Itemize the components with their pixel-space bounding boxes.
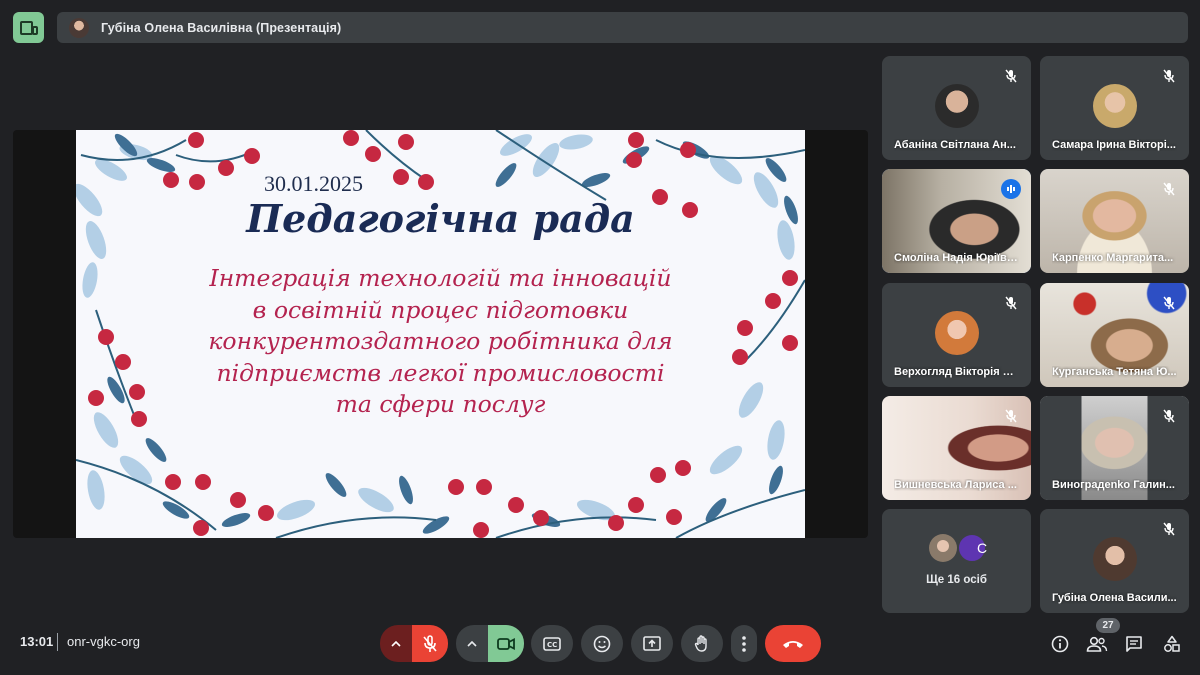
subtitle-line: в освітній процес підготовки (252, 295, 629, 324)
subtitle-line: підприємств легкої промисловості (216, 358, 665, 387)
emoji-icon (593, 635, 611, 652)
participant-tile[interactable]: Карпенко Маргарита... (1040, 169, 1189, 273)
presentation-stage: 30.01.2025 Педагогічна рада Інтеграція т… (13, 130, 868, 538)
toggle-camera-button[interactable] (488, 625, 524, 662)
chevron-up-icon (391, 640, 401, 647)
others-tile[interactable]: С Ще 16 осіб (882, 509, 1031, 613)
activities-button[interactable] (1160, 632, 1184, 656)
participant-name: Губіна Олена Васили... (1052, 592, 1177, 604)
layout-icon (19, 20, 38, 35)
chat-button[interactable] (1122, 632, 1146, 656)
participant-name: Виноградenko Галин... (1052, 479, 1175, 491)
participant-tile[interactable]: Курганська Тетяна Ю... (1040, 283, 1189, 387)
activities-icon (1164, 635, 1180, 652)
participant-name: Самара Ірина Вікторі... (1052, 139, 1176, 151)
mic-off-icon (1161, 408, 1177, 424)
speaking-indicator-icon (1001, 179, 1021, 199)
meeting-time: 13:01 (20, 634, 54, 649)
slide-date: 30.01.2025 (264, 171, 363, 196)
present-icon (643, 636, 661, 651)
slide-subtitle: Інтеграція технологій та інновацій в осв… (156, 263, 725, 421)
mic-off-icon (1003, 408, 1019, 424)
reactions-button[interactable] (581, 625, 623, 662)
people-icon (1086, 636, 1108, 652)
mic-off-icon (1003, 295, 1019, 311)
toggle-mic-button[interactable] (412, 625, 448, 662)
participant-name: Карпенко Маргарита... (1052, 252, 1174, 264)
mic-off-icon (423, 634, 437, 652)
participant-avatar (934, 84, 979, 128)
participant-name: Курганська Тетяна Ю... (1052, 366, 1177, 378)
presentation-slide: 30.01.2025 Педагогічна рада Інтеграція т… (76, 130, 805, 538)
layout-toggle-button[interactable] (13, 12, 44, 43)
mic-off-icon (1161, 521, 1177, 537)
slide-heading: Педагогічна рада (246, 196, 635, 241)
participant-tile[interactable]: Губіна Олена Васили... (1040, 509, 1189, 613)
participant-tile[interactable]: Вишневська Лариса ... (882, 396, 1031, 500)
hangup-icon (783, 640, 803, 648)
more-options-button[interactable] (731, 625, 757, 662)
mic-off-icon (1003, 68, 1019, 84)
meeting-code[interactable]: onr-vgkc-org (67, 634, 140, 649)
mic-off-icon (1161, 68, 1177, 84)
subtitle-line: конкурентоздатного робітника для (208, 327, 673, 355)
participant-tile[interactable]: Самара Ірина Вікторі... (1040, 56, 1189, 160)
participant-tile[interactable]: Абаніна Світлана Ан... (882, 56, 1031, 160)
captions-button[interactable]: CC (531, 625, 573, 662)
video-options-button[interactable] (456, 625, 488, 662)
camera-icon (497, 637, 515, 650)
participant-avatar (934, 311, 979, 355)
chat-icon (1126, 636, 1142, 652)
more-vert-icon (742, 635, 746, 652)
participant-name: Смоліна Надія Юріївна (894, 252, 1019, 264)
svg-text:CC: CC (547, 641, 557, 649)
chevron-up-icon (467, 640, 477, 647)
meeting-details-button[interactable] (1048, 632, 1072, 656)
mic-off-icon (1161, 181, 1177, 197)
subtitle-line: та сфери послуг (335, 390, 546, 418)
participant-tile[interactable]: Верхогляд Вікторія О... (882, 283, 1031, 387)
participant-avatar (1092, 537, 1137, 581)
presentation-banner[interactable]: Губіна Олена Василівна (Презентація) (57, 12, 1188, 43)
participant-tile[interactable]: Виноградenko Галин... (1040, 396, 1189, 500)
audio-options-button[interactable] (380, 625, 412, 662)
participant-tile-active[interactable]: Смоліна Надія Юріївна (882, 169, 1031, 273)
raise-hand-button[interactable] (681, 625, 723, 662)
subtitle-line: Інтеграція технологій та інновацій (209, 264, 672, 292)
participant-avatar (1092, 84, 1137, 128)
people-button[interactable] (1085, 632, 1109, 656)
mic-off-icon (1161, 295, 1177, 311)
hand-icon (694, 634, 707, 652)
participant-count-badge: 27 (1096, 618, 1120, 633)
leave-call-button[interactable] (765, 625, 821, 662)
participant-name: Абаніна Світлана Ан... (894, 139, 1016, 151)
presenter-avatar (69, 17, 89, 38)
info-icon (1051, 635, 1069, 653)
others-initial: С (976, 540, 988, 556)
divider (57, 633, 58, 651)
others-label: Ще 16 осіб (926, 574, 987, 586)
presentation-title: Губіна Олена Василівна (Презентація) (101, 20, 342, 35)
captions-icon: CC (543, 636, 561, 651)
present-screen-button[interactable] (631, 625, 673, 662)
participant-name: Верхогляд Вікторія О... (894, 366, 1019, 378)
participant-name: Вишневська Лариса ... (894, 479, 1017, 491)
